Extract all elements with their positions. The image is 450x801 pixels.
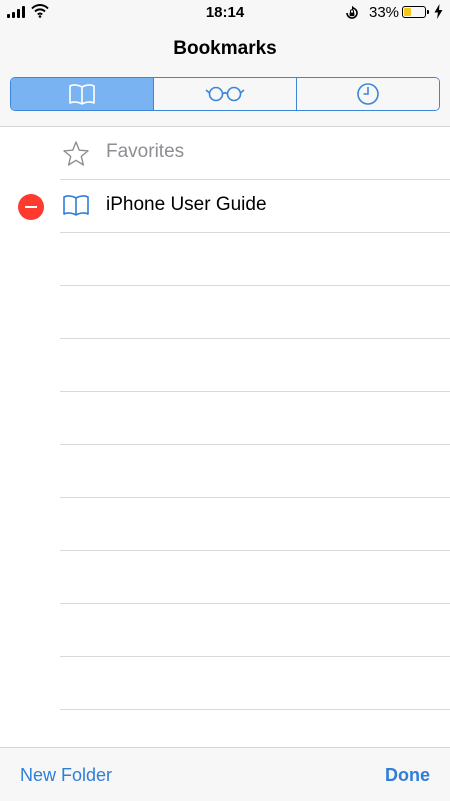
list-item-label: Favorites bbox=[106, 141, 185, 162]
navigation-bar: 18:14 33% Bookmarks bbox=[0, 0, 450, 127]
book-icon bbox=[69, 84, 95, 105]
empty-row bbox=[0, 392, 450, 445]
done-button[interactable]: Done bbox=[385, 765, 430, 786]
battery-percentage: 33% bbox=[369, 4, 400, 21]
empty-row bbox=[0, 339, 450, 392]
segmented-control bbox=[10, 77, 440, 111]
clock-icon bbox=[357, 83, 379, 105]
empty-row bbox=[0, 604, 450, 657]
empty-row bbox=[0, 551, 450, 604]
bottom-toolbar: New Folder Done bbox=[0, 747, 450, 801]
glasses-icon bbox=[205, 86, 245, 102]
list-item-label: iPhone User Guide bbox=[106, 194, 267, 215]
empty-row bbox=[0, 233, 450, 286]
empty-row bbox=[0, 657, 450, 710]
empty-row bbox=[0, 445, 450, 498]
page-title: Bookmarks bbox=[173, 38, 277, 59]
tab-reading-list[interactable] bbox=[153, 78, 296, 110]
star-icon bbox=[63, 141, 89, 166]
rotation-lock-icon bbox=[346, 5, 358, 19]
tab-history[interactable] bbox=[296, 78, 439, 110]
empty-row bbox=[0, 286, 450, 339]
battery-level-fill bbox=[404, 8, 411, 16]
status-bar: 18:14 33% bbox=[0, 0, 450, 26]
new-folder-button[interactable]: New Folder bbox=[20, 765, 112, 786]
list-item-iphone-user-guide[interactable]: iPhone User Guide bbox=[0, 180, 450, 233]
empty-row bbox=[0, 498, 450, 551]
list-item-favorites[interactable]: Favorites bbox=[0, 127, 450, 180]
book-icon bbox=[63, 195, 89, 216]
bookmarks-list: Favorites iPhone User Guide bbox=[0, 127, 450, 710]
charging-bolt-icon bbox=[434, 4, 443, 19]
tab-bookmarks[interactable] bbox=[11, 78, 153, 110]
delete-button[interactable] bbox=[18, 194, 44, 220]
battery-icon bbox=[402, 6, 429, 18]
